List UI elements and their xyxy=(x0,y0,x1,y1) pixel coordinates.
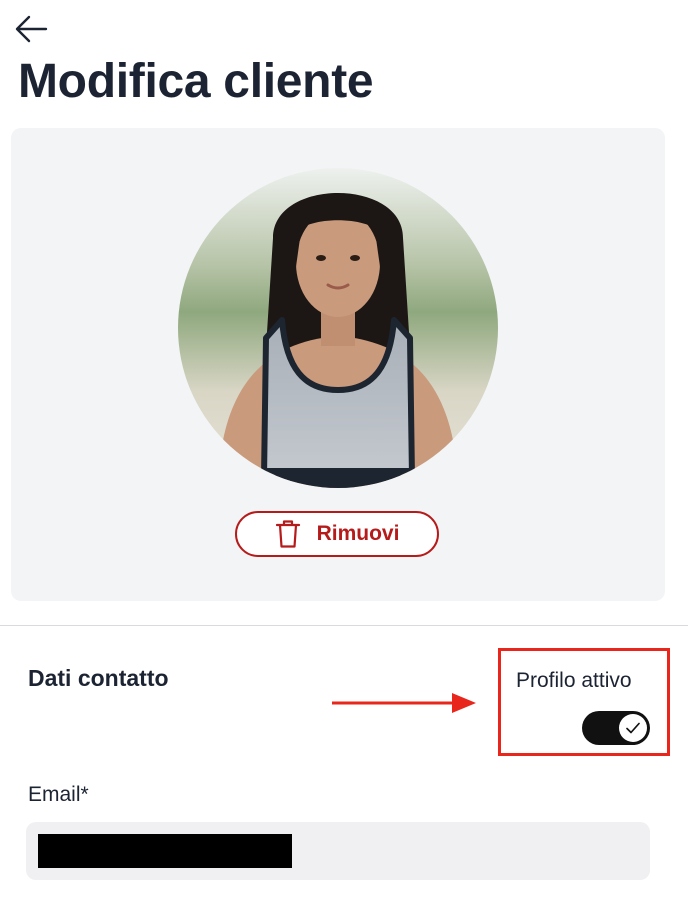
email-label: Email* xyxy=(28,783,89,806)
arrow-right-icon xyxy=(332,693,476,713)
email-field[interactable] xyxy=(26,822,650,880)
remove-photo-label: Rimuovi xyxy=(316,522,400,545)
divider xyxy=(0,625,688,626)
page-title: Modifica cliente xyxy=(18,55,374,108)
profile-photo-card: Rimuovi xyxy=(11,128,665,601)
profile-active-toggle[interactable] xyxy=(582,711,650,745)
profile-active-label: Profilo attivo xyxy=(516,669,632,692)
back-button[interactable] xyxy=(12,12,50,46)
check-icon xyxy=(626,722,640,734)
redacted-email-value xyxy=(38,834,292,868)
trash-icon xyxy=(275,520,300,548)
avatar xyxy=(178,168,498,488)
arrow-left-icon xyxy=(15,15,48,43)
section-title: Dati contatto xyxy=(28,665,169,691)
toggle-knob xyxy=(619,714,647,742)
remove-photo-button[interactable]: Rimuovi xyxy=(235,511,439,557)
